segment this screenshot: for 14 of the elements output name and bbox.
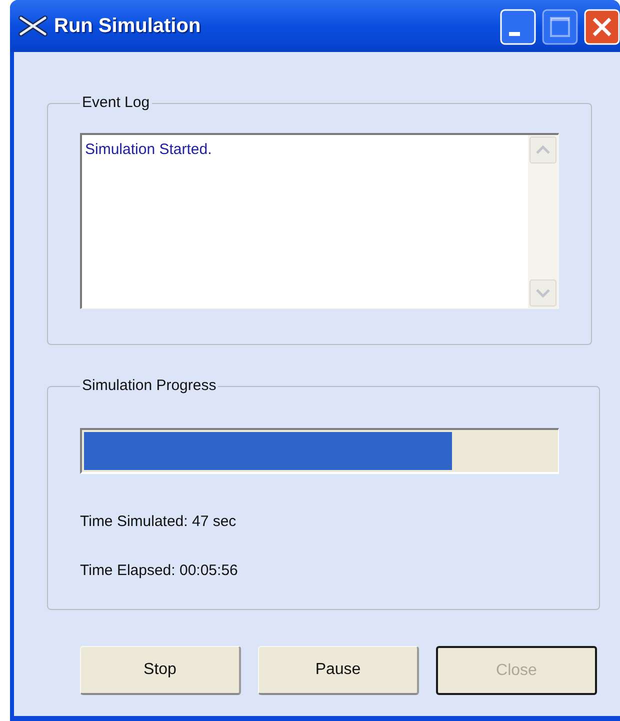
time-elapsed-text: Time Elapsed: 00:05:56 <box>80 561 239 581</box>
group-label: Event Log <box>81 93 151 113</box>
scroll-down-icon[interactable] <box>528 278 558 308</box>
scroll-up-icon[interactable] <box>528 134 558 164</box>
group-label: Simulation Progress <box>81 376 218 396</box>
dialog-button[interactable]: Pause <box>258 646 419 695</box>
time-simulated-text: Time Simulated: 47 sec <box>80 512 238 532</box>
close-icon[interactable] <box>584 9 620 45</box>
window-title: Run Simulation <box>54 14 201 39</box>
dialog-button[interactable]: Stop <box>80 646 241 695</box>
scrollbar[interactable] <box>528 134 558 308</box>
log-entry: Simulation Started. <box>85 140 213 160</box>
crossed-tools-icon <box>18 15 48 37</box>
minimize-icon[interactable] <box>500 9 536 45</box>
